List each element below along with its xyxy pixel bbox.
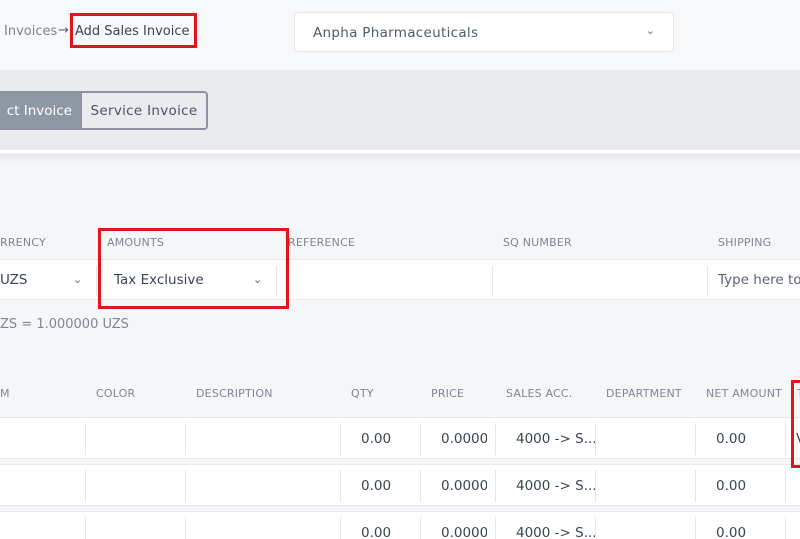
amounts-label: AMOUNTS [107,236,165,249]
table-row: 0.00 0.0000 4000 -> S... 0.00 [0,511,800,539]
column-header-qty: QTY [351,387,374,400]
chevron-down-icon[interactable]: ⌄ [73,273,82,286]
sq-number-input[interactable] [505,272,695,290]
service-invoice-tab[interactable]: Service Invoice [81,93,206,128]
sales-acc-cell[interactable]: 4000 -> S... [516,431,597,447]
column-header-color: COLOR [96,387,136,400]
exchange-rate-text: ZS = 1.000000 UZS [0,317,129,332]
qty-cell[interactable]: 0.00 [361,431,391,447]
shipping-label: SHIPPING [718,236,772,249]
company-select-value: Anpha Pharmaceuticals [313,25,479,41]
price-cell[interactable]: 0.0000 [441,431,487,447]
sales-acc-cell[interactable]: 4000 -> S... [516,478,597,494]
field-divider [96,266,97,295]
column-header-net-amount: NET AMOUNT [706,387,783,400]
invoice-type-toggle: ct Invoice Service Invoice [0,91,208,130]
field-divider [276,266,277,295]
table-row: 0.00 0.0000 4000 -> S... 0.00 [0,464,800,506]
breadcrumb-arrow-icon: → [58,23,69,38]
chevron-down-icon: ⌄ [645,24,655,37]
invoice-fields-row: UZS ⌄ Tax Exclusive ⌄ Type here to [0,259,800,300]
amounts-select-value[interactable]: Tax Exclusive [114,272,204,288]
currency-label: RRENCY [0,236,46,249]
reference-label: REFERENCE [288,236,356,249]
breadcrumb-parent-link[interactable]: Invoices [4,24,57,39]
net-amount-cell: 0.00 [716,478,747,494]
table-row: 0.00 0.0000 4000 -> S... 0.00 V [0,417,800,459]
chevron-down-icon[interactable]: ⌄ [253,273,262,286]
net-amount-cell: 0.00 [716,525,747,539]
column-header-department: DEPARTMENT [606,387,682,400]
column-header-item: M [0,387,10,400]
net-amount-cell: 0.00 [716,431,747,447]
sales-acc-cell[interactable]: 4000 -> S... [516,525,597,539]
column-header-description: DESCRIPTION [196,387,273,400]
qty-cell[interactable]: 0.00 [361,525,391,539]
band-divider [0,150,800,164]
currency-select-value[interactable]: UZS [0,272,27,288]
company-select[interactable]: Anpha Pharmaceuticals ⌄ [294,12,674,52]
column-header-price: PRICE [431,387,465,400]
tax-cell[interactable]: V [796,431,800,447]
field-divider [492,266,493,295]
sq-number-label: SQ NUMBER [503,236,572,249]
field-divider [707,266,708,295]
qty-cell[interactable]: 0.00 [361,478,391,494]
reference-input[interactable] [292,272,482,290]
price-cell[interactable]: 0.0000 [441,478,487,494]
breadcrumb-current: Add Sales Invoice [75,24,190,39]
product-invoice-tab[interactable]: ct Invoice [0,93,81,128]
shipping-input[interactable]: Type here to [718,272,800,288]
price-cell[interactable]: 0.0000 [441,525,487,539]
column-header-sales-acc: SALES ACC. [506,387,573,400]
